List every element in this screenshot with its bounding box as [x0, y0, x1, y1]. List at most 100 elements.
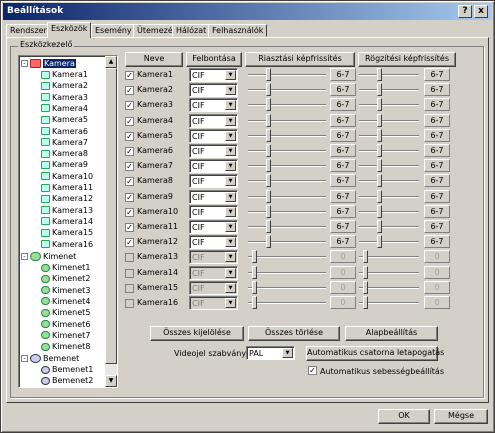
resolution-select[interactable]: CIF ▼: [189, 250, 238, 265]
record-rate-slider[interactable]: [359, 280, 419, 295]
tree-item-kimenet[interactable]: - Kimenet: [21, 251, 76, 262]
record-rate-slider[interactable]: [359, 265, 419, 280]
dropdown-arrow-icon[interactable]: ▼: [225, 176, 236, 187]
tree-item-camera[interactable]: Kamera2: [41, 80, 88, 91]
scroll-up-icon[interactable]: ▲: [105, 56, 117, 68]
camera-enable-checkbox[interactable]: ✓: [125, 131, 134, 141]
resolution-select[interactable]: CIF ▼: [189, 159, 238, 174]
ok-button[interactable]: OK: [378, 409, 430, 424]
record-rate-slider[interactable]: [359, 144, 419, 158]
resolution-select[interactable]: CIF ▼: [189, 83, 238, 98]
dropdown-arrow-icon[interactable]: ▼: [225, 70, 236, 80]
alarm-rate-slider[interactable]: [248, 159, 326, 173]
camera-enable-checkbox[interactable]: ✓: [125, 162, 134, 172]
tree-item-camera[interactable]: Kamera16: [41, 239, 93, 250]
header-name[interactable]: Neve: [125, 52, 183, 67]
record-rate-slider[interactable]: [359, 220, 419, 234]
tree-item-camera[interactable]: Kamera10: [41, 171, 93, 182]
auto-speed-checkbox[interactable]: ✓: [308, 366, 317, 375]
alarm-rate-slider[interactable]: [248, 83, 326, 97]
header-alarm-rate[interactable]: Riasztási képfrissítés: [245, 52, 355, 67]
tree-item-output[interactable]: Kimenet1: [41, 262, 90, 273]
tree-item-output[interactable]: Kimenet8: [41, 341, 90, 352]
cancel-button[interactable]: Mégse: [434, 409, 488, 424]
camera-enable-checkbox[interactable]: ✓: [125, 207, 134, 217]
alarm-rate-slider[interactable]: [248, 204, 326, 219]
camera-enable-checkbox[interactable]: [125, 268, 134, 278]
dropdown-arrow-icon[interactable]: ▼: [225, 206, 236, 217]
tree-item-camera[interactable]: Kamera9: [41, 159, 88, 170]
alarm-rate-slider[interactable]: [248, 235, 326, 249]
video-standard-select[interactable]: PAL ▼: [246, 346, 295, 360]
header-record-rate[interactable]: Rögzítési képfrissítés: [358, 52, 456, 67]
record-rate-slider[interactable]: [359, 98, 419, 112]
header-resolution[interactable]: Felbontása: [186, 52, 242, 67]
tree-item-camera[interactable]: Kamera11: [41, 182, 93, 193]
dropdown-arrow-icon[interactable]: ▼: [282, 348, 293, 358]
camera-enable-checkbox[interactable]: [125, 283, 134, 293]
alarm-rate-slider[interactable]: [248, 296, 326, 310]
record-rate-slider[interactable]: [359, 189, 419, 204]
tree-item-camera[interactable]: Kamera3: [41, 92, 88, 103]
tree-item-camera[interactable]: Kamera1: [41, 69, 88, 80]
record-rate-slider[interactable]: [359, 296, 419, 310]
alarm-rate-slider[interactable]: [248, 265, 326, 280]
tree-item-output[interactable]: Kimenet3: [41, 285, 90, 296]
dropdown-arrow-icon[interactable]: ▼: [225, 252, 236, 263]
tab-halozat[interactable]: Hálózat: [172, 24, 211, 37]
dropdown-arrow-icon[interactable]: ▼: [225, 222, 236, 232]
tree-item-camera[interactable]: Kamera8: [41, 148, 88, 159]
tab-eszkozok[interactable]: Eszközök: [47, 22, 92, 38]
resolution-select[interactable]: CIF ▼: [189, 235, 238, 250]
tree-item-output[interactable]: Kimenet7: [41, 330, 90, 341]
resolution-select[interactable]: CIF ▼: [189, 144, 238, 158]
tree-item-camera[interactable]: Kamera15: [41, 227, 93, 238]
dropdown-arrow-icon[interactable]: ▼: [225, 130, 236, 141]
help-button[interactable]: ?: [458, 5, 472, 18]
dropdown-arrow-icon[interactable]: ▼: [225, 237, 236, 248]
collapse-icon[interactable]: -: [21, 355, 28, 362]
tree-scrollbar[interactable]: ▲ ▼: [105, 56, 117, 387]
camera-enable-checkbox[interactable]: [125, 299, 134, 308]
clear-all-button[interactable]: Összes törlése: [248, 326, 340, 341]
scroll-thumb[interactable]: [105, 68, 117, 364]
dropdown-arrow-icon[interactable]: ▼: [225, 267, 236, 278]
defaults-button[interactable]: Alapbeállítás: [345, 326, 438, 341]
alarm-rate-slider[interactable]: [248, 189, 326, 204]
resolution-select[interactable]: CIF ▼: [189, 265, 238, 280]
tree-item-camera[interactable]: Kamera13: [41, 205, 93, 216]
select-all-button[interactable]: Összes kijelölése: [150, 326, 244, 341]
tree-item-bemenet[interactable]: - Bemenet: [21, 353, 79, 364]
dropdown-arrow-icon[interactable]: ▼: [225, 115, 236, 126]
record-rate-slider[interactable]: [359, 204, 419, 219]
tree-item-input[interactable]: Bemenet1: [41, 364, 93, 375]
resolution-select[interactable]: CIF ▼: [189, 296, 238, 310]
collapse-icon[interactable]: -: [21, 253, 28, 260]
tab-esemeny[interactable]: Esemény: [91, 24, 136, 37]
alarm-rate-slider[interactable]: [248, 250, 326, 264]
camera-enable-checkbox[interactable]: ✓: [125, 116, 134, 126]
dropdown-arrow-icon[interactable]: ▼: [225, 146, 236, 156]
tree-item-camera[interactable]: Kamera4: [41, 103, 88, 114]
alarm-rate-slider[interactable]: [248, 128, 326, 143]
resolution-select[interactable]: CIF ▼: [189, 68, 238, 82]
dropdown-arrow-icon[interactable]: ▼: [225, 298, 236, 308]
camera-enable-checkbox[interactable]: ✓: [125, 223, 134, 232]
tab-rendszer[interactable]: Rendszer: [6, 24, 51, 37]
tree-item-output[interactable]: Kimenet2: [41, 273, 90, 284]
tree-item-camera[interactable]: Kamera5: [41, 114, 88, 125]
dropdown-arrow-icon[interactable]: ▼: [225, 85, 236, 96]
record-rate-slider[interactable]: [359, 83, 419, 97]
camera-enable-checkbox[interactable]: [125, 253, 134, 263]
camera-enable-checkbox[interactable]: ✓: [125, 86, 134, 96]
tree-item-camera[interactable]: Kamera12: [41, 193, 93, 204]
record-rate-slider[interactable]: [359, 235, 419, 249]
alarm-rate-slider[interactable]: [248, 280, 326, 295]
close-button[interactable]: x: [474, 5, 488, 18]
collapse-icon[interactable]: -: [21, 60, 28, 67]
record-rate-slider[interactable]: [359, 174, 419, 188]
alarm-rate-slider[interactable]: [248, 220, 326, 234]
dropdown-arrow-icon[interactable]: ▼: [225, 100, 236, 111]
resolution-select[interactable]: CIF ▼: [189, 189, 238, 204]
scroll-down-icon[interactable]: ▼: [105, 375, 117, 387]
